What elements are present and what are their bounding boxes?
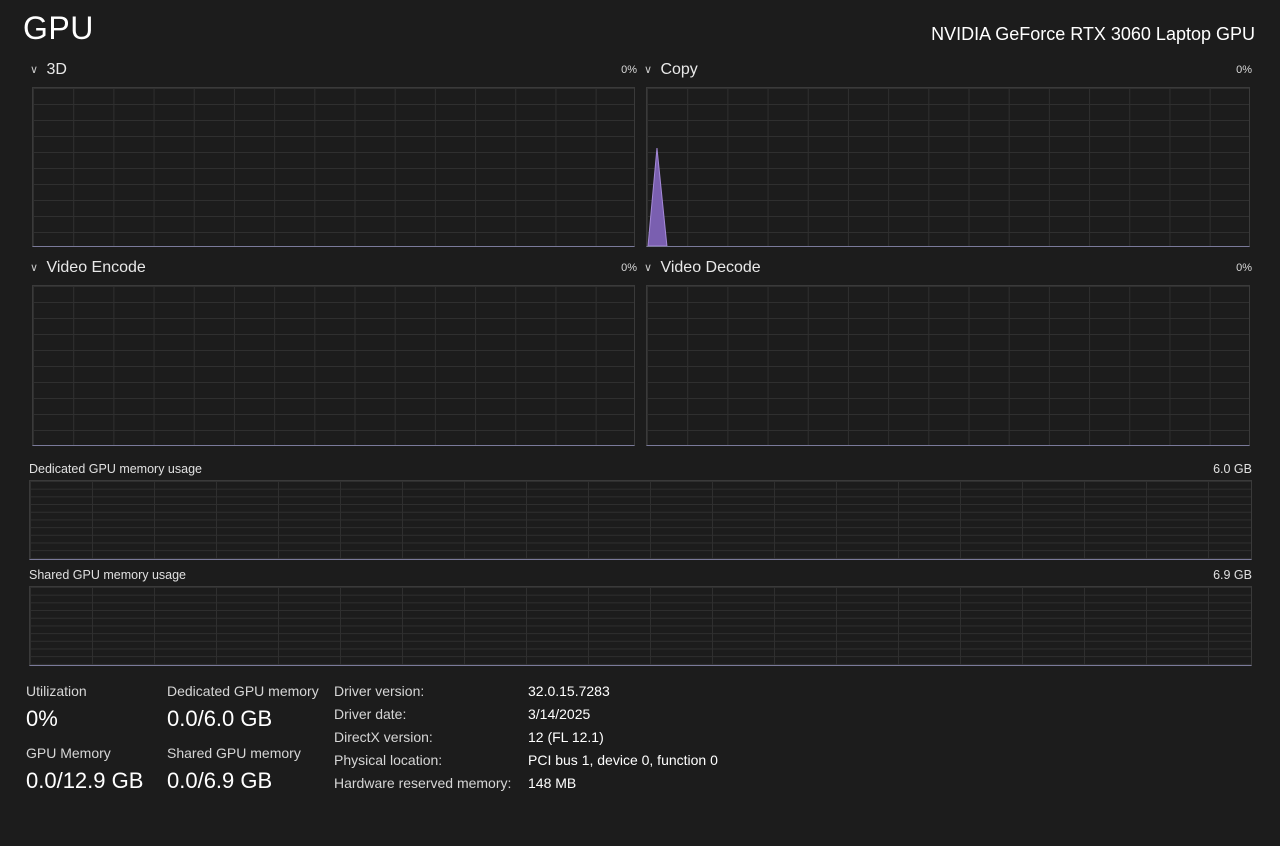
engine-percent: 0% — [621, 64, 637, 76]
gpu-memory-value: 0.0/12.9 GB — [26, 768, 144, 793]
gpu-adapter-name: NVIDIA GeForce RTX 3060 Laptop GPU — [931, 24, 1255, 44]
engine-selector-3d[interactable]: ∨ 3D — [30, 60, 67, 80]
engine-selector-copy[interactable]: ∨ Copy — [644, 60, 698, 80]
engine-percent: 0% — [1236, 262, 1252, 274]
copy-usage-spike — [647, 147, 668, 246]
engine-name: Video Decode — [660, 259, 761, 276]
dedicated-memory-label: Dedicated GPU memory — [167, 683, 319, 699]
detail-value: 32.0.15.7283 — [528, 683, 610, 699]
engine-graph-copy — [646, 87, 1250, 247]
dedicated-memory-graph — [29, 480, 1252, 560]
detail-value: 148 MB — [528, 775, 577, 791]
detail-value: 3/14/2025 — [528, 706, 591, 722]
engine-name: 3D — [46, 61, 67, 78]
utilization-value: 0% — [26, 706, 58, 731]
shared-memory-label: Shared GPU memory — [167, 745, 301, 761]
detail-value: 12 (FL 12.1) — [528, 729, 604, 745]
engine-graph-video-decode — [646, 285, 1250, 446]
dedicated-memory-value: 0.0/6.0 GB — [167, 706, 273, 731]
engine-graph-video-encode — [32, 285, 635, 446]
chevron-down-icon: ∨ — [30, 262, 39, 274]
detail-label: DirectX version: — [334, 729, 433, 745]
engine-selector-video-decode[interactable]: ∨ Video Decode — [644, 258, 761, 278]
memory-graph-max: 6.0 GB — [1213, 462, 1252, 476]
detail-value: PCI bus 1, device 0, function 0 — [528, 752, 718, 768]
chevron-down-icon: ∨ — [30, 64, 39, 76]
detail-label: Driver version: — [334, 683, 425, 699]
engine-name: Video Encode — [46, 259, 146, 276]
memory-graph-title: Shared GPU memory usage — [29, 568, 187, 582]
shared-memory-value: 0.0/6.9 GB — [167, 768, 273, 793]
detail-label: Driver date: — [334, 706, 407, 722]
detail-label: Physical location: — [334, 752, 443, 768]
utilization-label: Utilization — [26, 683, 87, 699]
chevron-down-icon: ∨ — [644, 64, 653, 76]
detail-label: Hardware reserved memory: — [334, 775, 512, 791]
engine-percent: 0% — [621, 262, 637, 274]
engine-name: Copy — [660, 61, 698, 78]
memory-graph-max: 6.9 GB — [1213, 568, 1252, 582]
engine-graph-3d — [32, 87, 635, 247]
gpu-memory-label: GPU Memory — [26, 745, 111, 761]
page-title: GPU — [23, 10, 94, 46]
shared-memory-graph — [29, 586, 1252, 666]
engine-percent: 0% — [1236, 64, 1252, 76]
chevron-down-icon: ∨ — [644, 262, 653, 274]
engine-selector-video-encode[interactable]: ∨ Video Encode — [30, 258, 146, 278]
memory-graph-title: Dedicated GPU memory usage — [29, 462, 202, 476]
